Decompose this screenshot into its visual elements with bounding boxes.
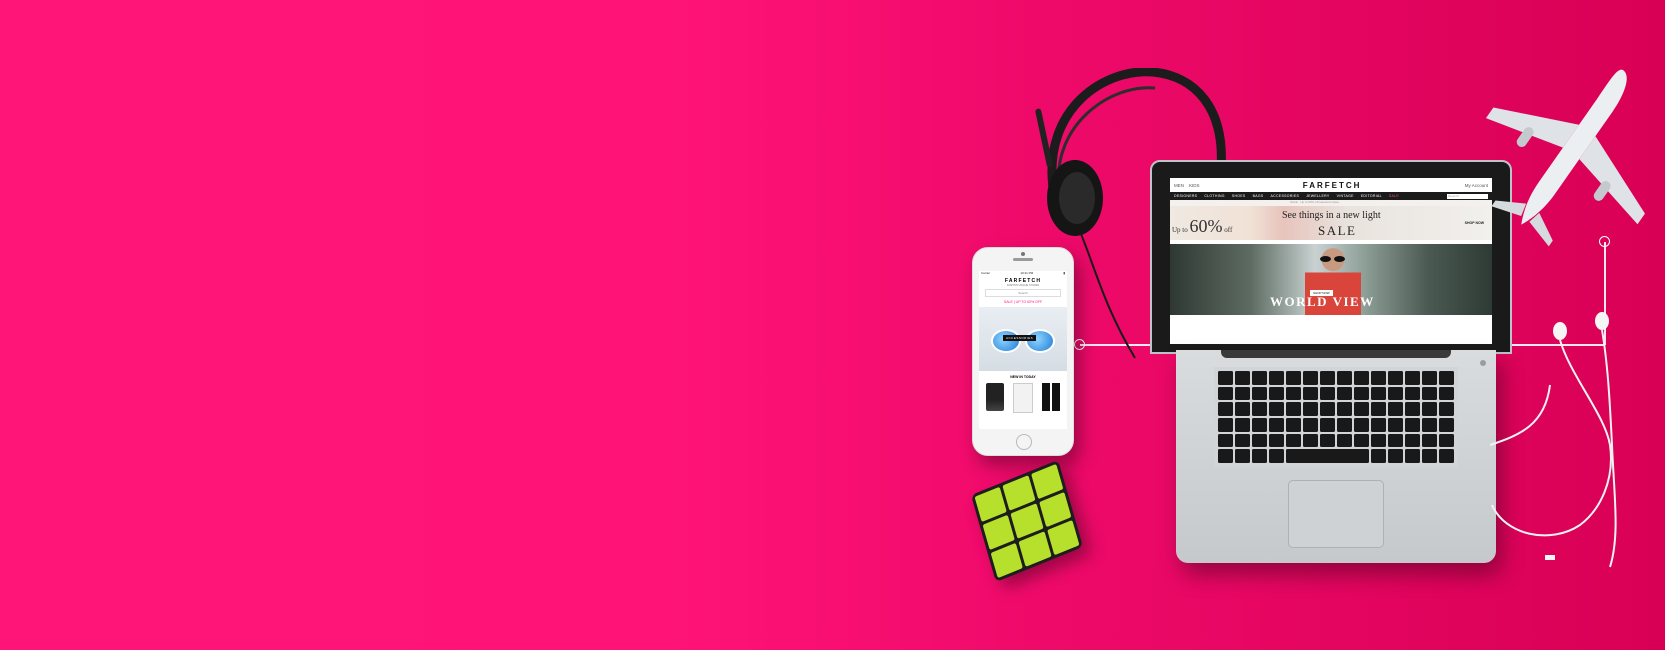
nav-kids[interactable]: KIDS [1189,183,1200,188]
phone-screen: Carrier 10:41 PM ▮ FARFETCH FASHION UNIQ… [979,271,1067,429]
phone-camera [1021,252,1025,256]
sunglasses-icon [1320,256,1346,262]
phone-sale-link[interactable]: SALE | UP TO 60% OFF [979,300,1067,304]
editorial-photo[interactable]: SHOP NOW WORLD VIEW [1170,244,1492,315]
smartphone: Carrier 10:41 PM ▮ FARFETCH FASHION UNIQ… [972,247,1074,456]
keyboard [1214,367,1458,467]
trackpad [1288,480,1384,548]
banner-upto: Up to 60% off [1172,216,1233,236]
phone-hero-image[interactable]: ACCESSORIES [979,307,1067,371]
phone-hero-tag: ACCESSORIES [1003,335,1037,341]
status-time: 10:41 PM [1020,271,1034,275]
photo-title: WORLD VIEW [1270,294,1375,309]
site-logo[interactable]: FARFETCH [1303,181,1362,190]
earphones-icon [1490,312,1617,568]
banner-sale-text: SALE [1318,223,1357,238]
phone-section-title: NEW IN TODAY [1010,375,1036,379]
nav-bags[interactable]: BAGS [1253,194,1264,198]
product-tshirt[interactable] [1012,383,1033,413]
nav-shoes[interactable]: SHOES [1232,194,1246,198]
phone-tagline: FASHION UNIQUE STORES [1006,284,1040,287]
laptop-hinge [1221,350,1451,358]
power-button-icon [1480,360,1486,366]
hero-banner: Carrier 10:41 PM ▮ FARFETCH FASHION UNIQ… [0,0,1665,650]
product-jacket[interactable] [985,383,1004,411]
nav-jewellery[interactable]: JEWELLERY [1306,194,1329,198]
nav-designers[interactable]: DESIGNERS [1174,194,1197,198]
site-header: MEN KIDS FARFETCH My Account [1170,178,1492,192]
website-display: MEN KIDS FARFETCH My Account DESIGNERS C… [1170,178,1492,344]
nav-clothing[interactable]: CLOTHING [1204,194,1224,198]
laptop-base [1176,350,1496,563]
laptop-screen: MEN KIDS FARFETCH My Account DESIGNERS C… [1150,160,1512,354]
airplane-icon [1485,69,1645,247]
banner-headline: See things in a new light [1282,210,1381,221]
nav-editorial[interactable]: EDITORIAL [1361,194,1382,198]
battery-icon: ▮ [1063,271,1065,275]
nav-sale[interactable]: SALE [1389,194,1399,198]
site-nav: DESIGNERS CLOTHING SHOES BAGS ACCESSORIE… [1170,192,1492,200]
product-trousers[interactable] [1042,383,1061,411]
phone-speaker [1013,258,1033,261]
phone-status-bar: Carrier 10:41 PM ▮ [979,271,1067,276]
phone-product-list [979,383,1067,413]
nav-vintage[interactable]: VINTAGE [1337,194,1354,198]
banner-percent: 60% [1189,216,1223,236]
sale-banner[interactable]: Up to 60% off See things in a new light … [1170,206,1492,240]
nav-accessories[interactable]: ACCESSORIES [1271,194,1300,198]
phone-home-button [1016,434,1032,450]
nav-men[interactable]: MEN [1174,183,1184,188]
rubiks-cube-image [970,459,1084,583]
phone-search-input[interactable]: Search [985,289,1061,297]
status-carrier: Carrier [981,271,991,275]
